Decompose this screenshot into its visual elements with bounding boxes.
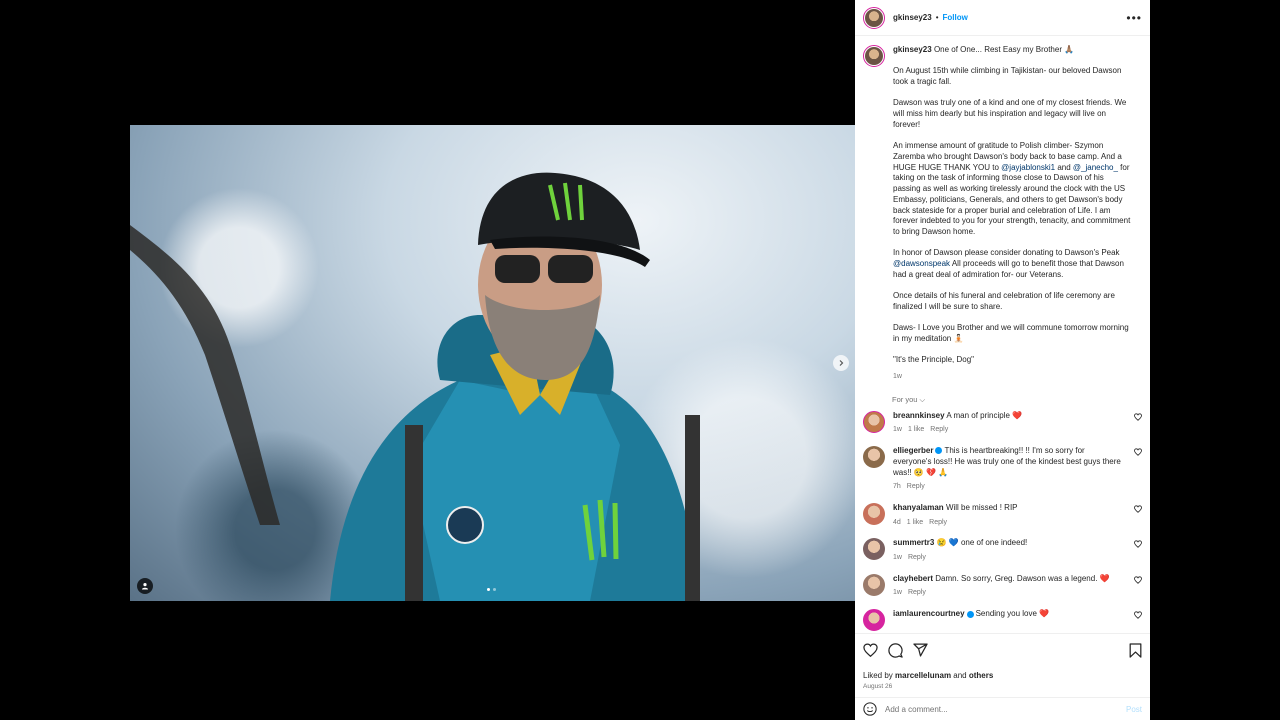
- likes-summary: Liked by marcellelunam and others: [863, 671, 994, 680]
- comment-likes[interactable]: 1 like: [908, 425, 924, 436]
- share-paper-plane-icon[interactable]: [913, 643, 928, 657]
- next-photo-button[interactable]: [833, 355, 849, 371]
- tagged-users-button[interactable]: [137, 578, 153, 594]
- caption-paragraph: Daws- I Love you Brother and we will com…: [893, 323, 1129, 343]
- author-username[interactable]: gkinsey23: [893, 13, 932, 22]
- comments-scroll-area[interactable]: gkinsey23 One of One... Rest Easy my Bro…: [855, 37, 1150, 633]
- mention-link[interactable]: @jayjablonski1: [1001, 163, 1055, 172]
- caption-username[interactable]: gkinsey23: [893, 45, 932, 54]
- caption-paragraph: In honor of Dawson please consider donat…: [893, 248, 1124, 279]
- climber-figure: [330, 172, 700, 601]
- verified-badge-icon: [966, 610, 974, 618]
- reply-button[interactable]: Reply: [929, 518, 947, 529]
- comment-time: 1w: [893, 589, 902, 597]
- user-icon: [142, 583, 148, 590]
- comment-item: elliegerber This is heartbreaking!! !! I'…: [855, 446, 1150, 493]
- liked-by-user-link[interactable]: marcellelunam: [895, 671, 951, 680]
- comment-like-heart-icon[interactable]: [1134, 413, 1142, 421]
- comment-bubble-icon[interactable]: [888, 642, 903, 658]
- caption-paragraph: "It's the Principle, Dog": [893, 355, 975, 365]
- comment-item: clayhebert Damn. So sorry, Greg. Dawson …: [855, 573, 1150, 599]
- comment-item: khanyalaman Will be missed ! RIP 4d 1 like…: [855, 502, 1150, 529]
- like-heart-icon[interactable]: [863, 643, 878, 657]
- comment-list: breannkinsey A man of principle ❤️ 1w 1 li…: [855, 410, 1150, 632]
- author-avatar[interactable]: [863, 6, 885, 29]
- comment-time: 1w: [893, 426, 902, 434]
- commenter-avatar[interactable]: [863, 573, 885, 596]
- post-date: August 26: [863, 683, 893, 690]
- caption-paragraph: On August 15th while climbing in Tajikis…: [893, 66, 1122, 87]
- comment-text: Damn. So sorry, Greg. Dawson was a legen…: [935, 573, 1110, 583]
- caption: gkinsey23 One of One... Rest Easy my Bro…: [855, 37, 1150, 383]
- verified-badge-icon: [935, 447, 943, 455]
- post-photo: [130, 125, 855, 601]
- comment-like-heart-icon[interactable]: [1134, 505, 1142, 513]
- carousel-dot: [493, 588, 496, 591]
- action-bar: Liked by marcellelunam and others August…: [855, 633, 1150, 693]
- commenter-username[interactable]: breannkinsey: [893, 411, 945, 420]
- comment-item: summertr3 😢 💙 one of one indeed! 1w Reply: [855, 538, 1150, 563]
- caption-avatar[interactable]: [863, 45, 885, 67]
- commenter-username[interactable]: clayhebert: [893, 574, 933, 583]
- follow-button[interactable]: Follow: [943, 13, 968, 22]
- comment-time: 4d: [893, 518, 901, 526]
- reply-button[interactable]: Reply: [908, 588, 926, 599]
- right-backdrop: [1150, 0, 1280, 720]
- comment-time: 7h: [893, 483, 901, 491]
- comment-text: Sending you love ❤️: [975, 609, 1050, 619]
- commenter-avatar[interactable]: [863, 410, 885, 433]
- tree-branch-shape: [130, 225, 280, 525]
- mention-link[interactable]: @_janecho_: [1073, 163, 1118, 172]
- more-options-icon[interactable]: •••: [1126, 11, 1142, 25]
- comment-item: breannkinsey A man of principle ❤️ 1w 1 li…: [855, 410, 1150, 436]
- comment-composer: Post: [855, 697, 1150, 720]
- post-header: gkinsey23 • Follow •••: [855, 0, 1150, 36]
- liked-by-others-link[interactable]: others: [969, 671, 993, 680]
- comment-time: 1w: [893, 554, 902, 562]
- caption-paragraph: Dawson was truly one of a kind and one o…: [893, 98, 1127, 129]
- commenter-avatar[interactable]: [863, 538, 885, 561]
- bookmark-save-icon[interactable]: [1129, 642, 1142, 658]
- comment-item: iamlaurencourtney Sending you love ❤️: [855, 609, 1150, 632]
- carousel-indicator: [487, 588, 496, 591]
- caption-paragraph: Once details of his funeral and celebrat…: [893, 291, 1115, 311]
- carousel-dot: [487, 588, 490, 591]
- comment-likes[interactable]: 1 like: [907, 518, 923, 529]
- commenter-username[interactable]: elliegerber: [893, 446, 933, 455]
- commenter-username[interactable]: summertr3: [893, 538, 934, 547]
- chevron-right-icon: [839, 360, 844, 366]
- reply-button[interactable]: Reply: [908, 553, 926, 564]
- caption-paragraph: An immense amount of gratitude to Polish…: [893, 141, 1131, 236]
- reply-button[interactable]: Reply: [930, 425, 948, 436]
- commenter-username[interactable]: iamlaurencourtney: [893, 609, 965, 618]
- commenter-avatar[interactable]: [863, 502, 885, 525]
- commenter-avatar[interactable]: [863, 446, 885, 469]
- caption-time: 1w: [893, 372, 902, 380]
- for-you-dropdown[interactable]: For you ⌵: [855, 383, 1150, 405]
- comment-text: 😢 💙 one of one indeed!: [936, 538, 1028, 548]
- post-comment-button[interactable]: Post: [1126, 705, 1142, 714]
- comment-like-heart-icon[interactable]: [1134, 576, 1142, 584]
- reply-button[interactable]: Reply: [907, 482, 925, 493]
- media-viewer: [0, 0, 855, 720]
- comment-like-heart-icon[interactable]: [1134, 540, 1142, 549]
- mention-link[interactable]: @dawsonspeak: [893, 259, 950, 268]
- commenter-avatar[interactable]: [863, 609, 885, 632]
- caption-title: One of One... Rest Easy my Brother 🙏🏽: [933, 45, 1075, 54]
- emoji-smiley-icon[interactable]: [863, 702, 877, 716]
- comment-like-heart-icon[interactable]: [1134, 611, 1142, 620]
- comment-text: Will be missed ! RIP: [945, 502, 1018, 512]
- comment-text: A man of principle ❤️: [946, 410, 1023, 420]
- comment-like-heart-icon[interactable]: [1134, 448, 1142, 456]
- commenter-username[interactable]: khanyalaman: [893, 503, 944, 512]
- separator-dot: •: [935, 13, 939, 22]
- comment-input[interactable]: [885, 704, 1126, 714]
- post-side-panel: gkinsey23 • Follow ••• gkinsey23 One of …: [855, 0, 1150, 720]
